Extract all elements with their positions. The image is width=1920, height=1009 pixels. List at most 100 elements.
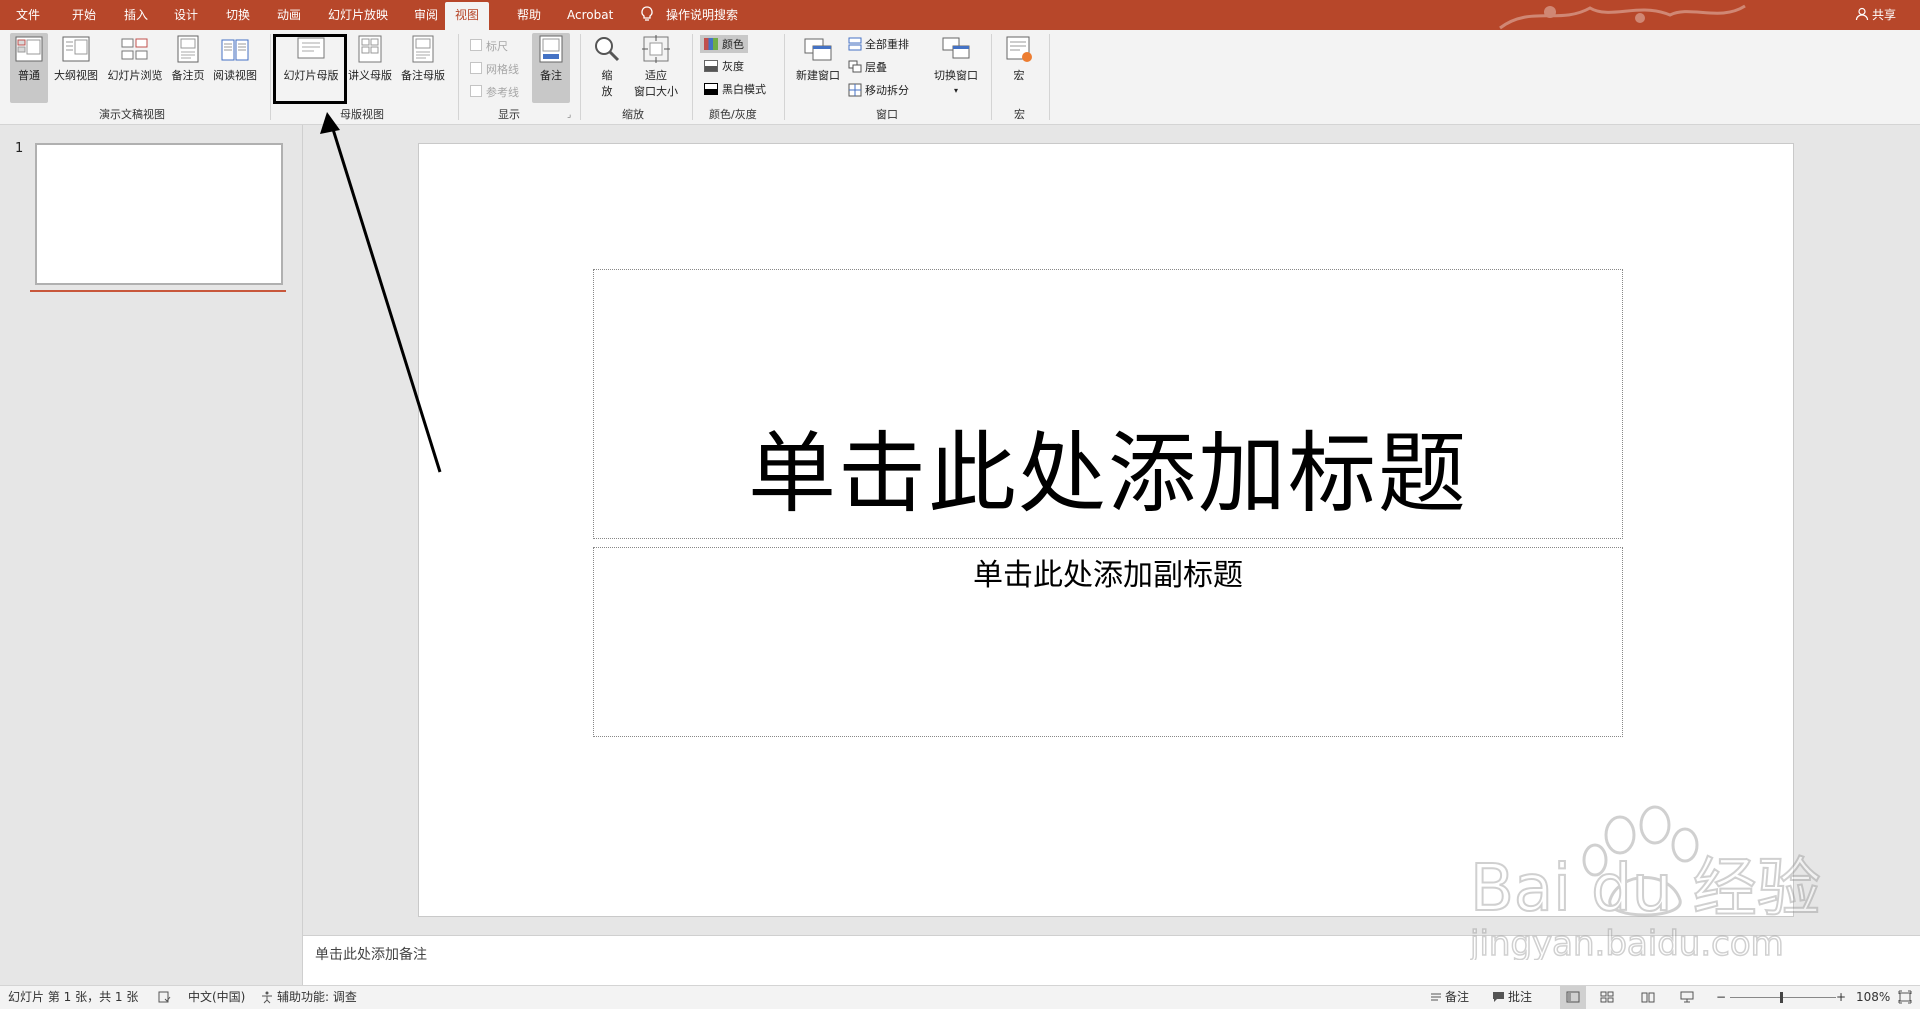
new-window-button[interactable]: 新建窗口 <box>792 33 844 83</box>
slide-thumbnail[interactable] <box>35 143 283 285</box>
tell-me-label: 操作说明搜索 <box>666 8 739 22</box>
group-separator <box>458 34 459 120</box>
notes-toggle-button[interactable]: 备注 <box>532 33 570 103</box>
fit-slide-icon[interactable] <box>1898 986 1912 1009</box>
handout-master-button[interactable]: 讲义母版 <box>346 33 394 83</box>
notes-icon <box>1431 993 1441 1001</box>
tab-7[interactable]: 审阅 <box>414 0 438 30</box>
cascade-icon <box>848 60 862 73</box>
tab-8[interactable]: 视图 <box>445 2 490 30</box>
group-label-zoom: 缩放 <box>622 108 644 121</box>
normal-view-icon <box>15 36 43 62</box>
group-label-show: 显示 <box>498 108 520 121</box>
tab-5[interactable]: 动画 <box>277 0 301 30</box>
group-separator <box>784 34 785 120</box>
slide-count-status[interactable]: 幻灯片 第 1 张，共 1 张 <box>8 986 138 1009</box>
zoom-slider[interactable] <box>1730 986 1836 1009</box>
zoom-button[interactable]: 缩放 <box>590 33 624 99</box>
tab-4[interactable]: 切换 <box>226 0 250 30</box>
dropdown-caret-icon: ▾ <box>953 86 958 95</box>
group-label-color: 颜色/灰度 <box>709 108 757 121</box>
language-status[interactable]: 中文(中国) <box>188 986 245 1009</box>
comment-icon <box>1493 992 1504 1002</box>
reading-view-status-icon[interactable] <box>1641 986 1655 1009</box>
tell-me-search[interactable]: 操作说明搜索 <box>640 0 738 30</box>
title-bar-decoration <box>1499 4 1746 30</box>
tab-3[interactable]: 设计 <box>174 0 198 30</box>
share-button[interactable]: 共享 <box>1855 0 1896 30</box>
subtitle-placeholder[interactable]: 单击此处添加副标题 <box>593 547 1623 737</box>
zoom-out-button[interactable]: − <box>1716 986 1726 1009</box>
new-window-icon <box>804 38 832 61</box>
watermark-brand: Bai du 经验 <box>1470 852 1821 926</box>
group-separator <box>580 34 581 120</box>
normal-view-status-icon[interactable] <box>1560 986 1586 1009</box>
tab-2[interactable]: 插入 <box>124 0 148 30</box>
group-separator <box>270 34 271 120</box>
accessibility-status[interactable]: 辅助功能: 调查 <box>260 986 357 1009</box>
slideshow-status-icon[interactable] <box>1680 986 1694 1009</box>
group-separator <box>692 34 693 120</box>
watermark-url: jingyan.baidu.com <box>1470 924 1784 960</box>
notes-status-button[interactable]: 备注 <box>1430 986 1469 1009</box>
zoom-level[interactable]: 108% <box>1856 986 1890 1009</box>
switch-windows-button[interactable]: 切换窗口 ▾ <box>930 33 982 96</box>
guides-checkbox[interactable]: 参考线 <box>470 84 519 100</box>
arrange-all-icon <box>848 37 862 51</box>
group-separator <box>1049 34 1050 120</box>
tab-6[interactable]: 幻灯片放映 <box>328 0 388 30</box>
group-label-master-views: 母版视图 <box>340 108 384 121</box>
notes-master-button[interactable]: 备注母版 <box>398 33 448 83</box>
handout-master-icon <box>358 35 382 63</box>
color-swatch-icon <box>704 38 718 50</box>
normal-view-button[interactable]: 普通 <box>10 33 48 103</box>
checkbox-box <box>470 39 482 51</box>
move-split-icon <box>848 83 862 97</box>
zoom-slider-track <box>1730 997 1836 998</box>
cascade-button[interactable]: 层叠 <box>848 59 887 75</box>
reading-view-button[interactable]: 阅读视图 <box>210 33 260 83</box>
switch-windows-icon <box>942 37 970 59</box>
show-dialog-launcher[interactable]: ⌟ <box>567 110 571 120</box>
slide-sorter-icon <box>121 38 148 60</box>
lightbulb-icon <box>641 6 653 21</box>
thumbnail-insertion-line <box>30 290 286 292</box>
fit-window-icon <box>642 35 670 63</box>
bw-swatch-icon <box>704 83 718 95</box>
arrange-all-button[interactable]: 全部重排 <box>848 36 909 52</box>
notes-placeholder-text: 单击此处添加备注 <box>315 947 427 963</box>
grayscale-button[interactable]: 灰度 <box>704 58 744 74</box>
slide-sorter-button[interactable]: 幻灯片浏览 <box>104 33 166 83</box>
checkbox-box <box>470 85 482 97</box>
slide-thumbnail-pane: 1 <box>0 125 303 985</box>
fit-to-window-button[interactable]: 适应 窗口大小 <box>630 33 682 99</box>
ruler-checkbox[interactable]: 标尺 <box>470 38 508 54</box>
macros-button[interactable]: 宏 <box>1000 33 1038 83</box>
ribbon-tab-bar: 文件 开始 插入 设计 切换 动画 幻灯片放映 审阅 视图 帮助 Acrobat 操作说明搜索 共享 <box>0 0 1920 30</box>
slide-sorter-status-icon[interactable] <box>1600 986 1614 1009</box>
comments-status-button[interactable]: 批注 <box>1492 986 1532 1009</box>
subtitle-placeholder-text: 单击此处添加副标题 <box>973 558 1243 593</box>
color-button[interactable]: 颜色 <box>700 35 748 53</box>
zoom-in-button[interactable]: + <box>1836 986 1846 1009</box>
move-split-button[interactable]: 移动拆分 <box>848 82 909 98</box>
outline-view-button[interactable]: 大纲视图 <box>51 33 101 83</box>
baidu-watermark-logo: Bai du 经验 jingyan.baidu.com <box>1470 805 1822 960</box>
tab-0[interactable]: 文件 <box>16 0 40 30</box>
zoom-slider-thumb[interactable] <box>1780 992 1783 1003</box>
spelling-check-icon[interactable] <box>157 986 171 1009</box>
annotation-highlight-box <box>273 34 347 104</box>
gridlines-checkbox[interactable]: 网格线 <box>470 61 519 77</box>
group-label-presentation-views: 演示文稿视图 <box>99 108 165 121</box>
tab-1[interactable]: 开始 <box>72 0 96 30</box>
outline-view-icon <box>62 36 90 62</box>
accessibility-icon <box>262 991 272 1004</box>
title-placeholder-text: 单击此处添加标题 <box>747 422 1468 525</box>
status-bar: 幻灯片 第 1 张，共 1 张 中文(中国) 辅助功能: 调查 备注 批注 − … <box>0 985 1920 1009</box>
black-white-button[interactable]: 黑白模式 <box>704 81 766 97</box>
tab-10[interactable]: Acrobat <box>567 0 613 30</box>
notes-page-button[interactable]: 备注页 <box>168 33 208 83</box>
notes-pane-icon <box>539 35 563 63</box>
tab-9[interactable]: 帮助 <box>517 0 541 30</box>
title-placeholder[interactable]: 单击此处添加标题 <box>593 269 1623 539</box>
